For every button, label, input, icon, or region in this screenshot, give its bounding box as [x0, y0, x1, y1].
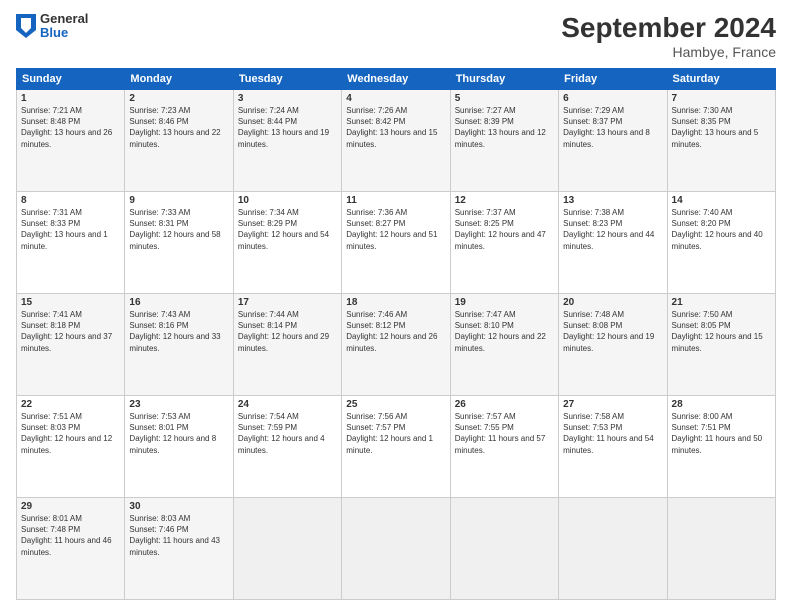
day-cell-24: 24 Sunrise: 7:54 AMSunset: 7:59 PMDaylig… [233, 396, 341, 498]
day-cell-27: 27 Sunrise: 7:58 AMSunset: 7:53 PMDaylig… [559, 396, 667, 498]
week-row-1: 1 Sunrise: 7:21 AMSunset: 8:48 PMDayligh… [17, 90, 776, 192]
day-cell-13: 13 Sunrise: 7:38 AMSunset: 8:23 PMDaylig… [559, 192, 667, 294]
day-cell-5: 5 Sunrise: 7:27 AMSunset: 8:39 PMDayligh… [450, 90, 558, 192]
day-cell-22: 22 Sunrise: 7:51 AMSunset: 8:03 PMDaylig… [17, 396, 125, 498]
week-row-3: 15 Sunrise: 7:41 AMSunset: 8:18 PMDaylig… [17, 294, 776, 396]
day-cell-4: 4 Sunrise: 7:26 AMSunset: 8:42 PMDayligh… [342, 90, 450, 192]
day-cell-29: 29 Sunrise: 8:01 AMSunset: 7:48 PMDaylig… [17, 498, 125, 600]
day-cell-26: 26 Sunrise: 7:57 AMSunset: 7:55 PMDaylig… [450, 396, 558, 498]
day-cell-16: 16 Sunrise: 7:43 AMSunset: 8:16 PMDaylig… [125, 294, 233, 396]
day-cell-10: 10 Sunrise: 7:34 AMSunset: 8:29 PMDaylig… [233, 192, 341, 294]
week-row-5: 29 Sunrise: 8:01 AMSunset: 7:48 PMDaylig… [17, 498, 776, 600]
location: Hambye, France [561, 44, 776, 60]
empty-cell-2 [342, 498, 450, 600]
logo-general-text: General [40, 12, 88, 26]
week-row-4: 22 Sunrise: 7:51 AMSunset: 8:03 PMDaylig… [17, 396, 776, 498]
col-tuesday: Tuesday [233, 69, 341, 90]
day-cell-14: 14 Sunrise: 7:40 AMSunset: 8:20 PMDaylig… [667, 192, 775, 294]
title-block: September 2024 Hambye, France [561, 12, 776, 60]
day-cell-17: 17 Sunrise: 7:44 AMSunset: 8:14 PMDaylig… [233, 294, 341, 396]
logo-text: General Blue [40, 12, 88, 41]
empty-cell-4 [559, 498, 667, 600]
col-monday: Monday [125, 69, 233, 90]
day-cell-12: 12 Sunrise: 7:37 AMSunset: 8:25 PMDaylig… [450, 192, 558, 294]
header: General Blue September 2024 Hambye, Fran… [16, 12, 776, 60]
calendar-table: Sunday Monday Tuesday Wednesday Thursday… [16, 68, 776, 600]
day-cell-2: 2 Sunrise: 7:23 AMSunset: 8:46 PMDayligh… [125, 90, 233, 192]
col-saturday: Saturday [667, 69, 775, 90]
day-cell-20: 20 Sunrise: 7:48 AMSunset: 8:08 PMDaylig… [559, 294, 667, 396]
month-year: September 2024 [561, 12, 776, 44]
header-row: Sunday Monday Tuesday Wednesday Thursday… [17, 69, 776, 90]
day-cell-7: 7 Sunrise: 7:30 AMSunset: 8:35 PMDayligh… [667, 90, 775, 192]
empty-cell-1 [233, 498, 341, 600]
day-cell-3: 3 Sunrise: 7:24 AMSunset: 8:44 PMDayligh… [233, 90, 341, 192]
day-cell-9: 9 Sunrise: 7:33 AMSunset: 8:31 PMDayligh… [125, 192, 233, 294]
day-cell-18: 18 Sunrise: 7:46 AMSunset: 8:12 PMDaylig… [342, 294, 450, 396]
logo-blue-text: Blue [40, 26, 88, 40]
day-cell-21: 21 Sunrise: 7:50 AMSunset: 8:05 PMDaylig… [667, 294, 775, 396]
col-friday: Friday [559, 69, 667, 90]
day-cell-23: 23 Sunrise: 7:53 AMSunset: 8:01 PMDaylig… [125, 396, 233, 498]
day-cell-1: 1 Sunrise: 7:21 AMSunset: 8:48 PMDayligh… [17, 90, 125, 192]
day-cell-30: 30 Sunrise: 8:03 AMSunset: 7:46 PMDaylig… [125, 498, 233, 600]
empty-cell-3 [450, 498, 558, 600]
empty-cell-5 [667, 498, 775, 600]
day-cell-6: 6 Sunrise: 7:29 AMSunset: 8:37 PMDayligh… [559, 90, 667, 192]
logo: General Blue [16, 12, 88, 41]
day-cell-19: 19 Sunrise: 7:47 AMSunset: 8:10 PMDaylig… [450, 294, 558, 396]
day-cell-28: 28 Sunrise: 8:00 AMSunset: 7:51 PMDaylig… [667, 396, 775, 498]
day-cell-8: 8 Sunrise: 7:31 AMSunset: 8:33 PMDayligh… [17, 192, 125, 294]
col-wednesday: Wednesday [342, 69, 450, 90]
page: General Blue September 2024 Hambye, Fran… [0, 0, 792, 612]
day-cell-15: 15 Sunrise: 7:41 AMSunset: 8:18 PMDaylig… [17, 294, 125, 396]
col-thursday: Thursday [450, 69, 558, 90]
logo-icon [16, 14, 36, 38]
day-cell-11: 11 Sunrise: 7:36 AMSunset: 8:27 PMDaylig… [342, 192, 450, 294]
col-sunday: Sunday [17, 69, 125, 90]
day-cell-25: 25 Sunrise: 7:56 AMSunset: 7:57 PMDaylig… [342, 396, 450, 498]
week-row-2: 8 Sunrise: 7:31 AMSunset: 8:33 PMDayligh… [17, 192, 776, 294]
